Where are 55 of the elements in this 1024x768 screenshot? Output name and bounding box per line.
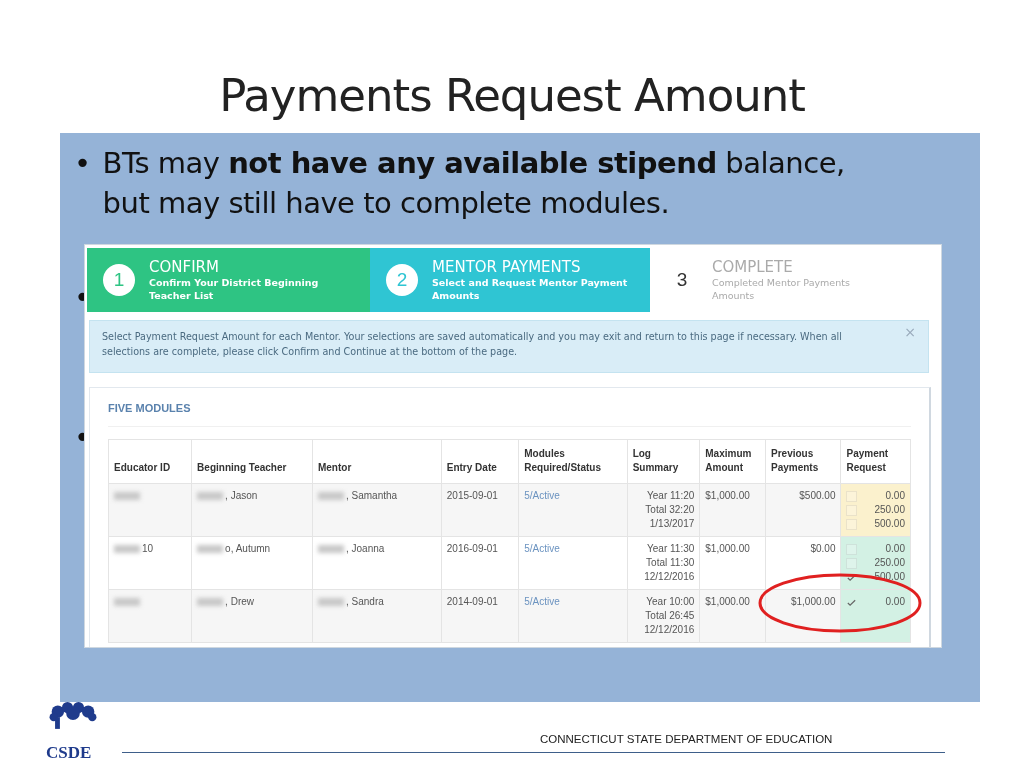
- table-cell: , Drew: [191, 589, 313, 643]
- table-cell: $500.00: [765, 483, 841, 537]
- step-title: CONFIRM: [149, 258, 220, 276]
- step-number: 1: [103, 264, 135, 296]
- column-header: Mentor: [312, 439, 442, 484]
- status-link[interactable]: 5/Active: [524, 543, 560, 554]
- payment-amount: 0.00: [885, 489, 905, 503]
- table-cell: , Jason: [191, 483, 313, 537]
- log-summary: Year 11:20 Total 32:20 1/13/2017: [627, 483, 700, 537]
- table-cell: , Joanna: [312, 536, 442, 590]
- column-header: Educator ID: [108, 439, 192, 484]
- log-summary: Year 10:00 Total 26:45 12/12/2016: [627, 589, 700, 643]
- table-cell: , Samantha: [312, 483, 442, 537]
- column-header: Payment Request: [840, 439, 911, 484]
- step-subtitle: Confirm Your District Beginning Teacher List: [149, 276, 320, 302]
- payment-amount: 250.00: [874, 556, 905, 570]
- payment-amount: 0.00: [885, 595, 905, 609]
- step-subtitle: Select and Request Mentor Payment Amounts: [432, 276, 629, 302]
- step-title: MENTOR PAYMENTS: [432, 258, 582, 276]
- step-title: COMPLETE: [712, 258, 794, 276]
- payment-amount: 0.00: [885, 542, 905, 556]
- column-header: Beginning Teacher: [191, 439, 313, 484]
- column-header: Log Summary: [627, 439, 700, 484]
- step-number: 2: [386, 264, 418, 296]
- table-cell: 2014-09-01: [441, 589, 519, 643]
- close-icon[interactable]: ×: [904, 325, 916, 340]
- column-header: Entry Date: [441, 439, 519, 484]
- column-header: Modules Required/Status: [518, 439, 628, 484]
- status-link[interactable]: 5/Active: [524, 596, 560, 607]
- step-subtitle: Completed Mentor Payments Amounts: [712, 276, 851, 302]
- table-cell: $1,000.00: [699, 589, 766, 643]
- logo-text: CSDE: [46, 743, 92, 763]
- alert-text: Select Payment Request Amount for each Mentor. Your selections are saved automatically and you may exit and return to this page if necessary. When all selections are complete, please click Confirm and Continue at the bottom of the page.: [102, 331, 842, 357]
- log-summary: Year 11:30 Total 11:30 12/12/2016: [627, 536, 700, 590]
- table-cell: o, Autumn: [191, 536, 313, 590]
- slide-title: Payments Request Amount: [219, 70, 805, 122]
- table-cell: , Sandra: [312, 589, 442, 643]
- table-cell: 2015-09-01: [441, 483, 519, 537]
- payment-amount: 250.00: [874, 503, 905, 517]
- bullet-marker: •: [74, 145, 91, 182]
- table-cell: 2016-09-01: [441, 536, 519, 590]
- table-cell: 10: [108, 536, 192, 590]
- section-title: FIVE MODULES: [108, 402, 192, 414]
- column-header: Previous Payments: [765, 439, 841, 484]
- column-header: Maximum Amount: [699, 439, 766, 484]
- wizard-step[interactable]: 1 CONFIRM Confirm Your District Beginning Teacher List: [87, 248, 370, 312]
- bullet-text: BTs may not have any available stipend balance, but may still have to complete modules.: [102, 145, 846, 222]
- table-cell: $1,000.00: [699, 536, 766, 590]
- footer-text: CONNECTICUT STATE DEPARTMENT OF EDUCATION: [540, 733, 833, 745]
- table-cell: $1,000.00: [699, 483, 766, 537]
- wizard-step[interactable]: 2 MENTOR PAYMENTS Select and Request Mentor Payment Amounts: [370, 248, 650, 312]
- status-link[interactable]: 5/Active: [524, 490, 560, 501]
- payment-amount: 500.00: [874, 517, 905, 531]
- table-cell: $0.00: [765, 536, 841, 590]
- step-number: 3: [675, 268, 689, 292]
